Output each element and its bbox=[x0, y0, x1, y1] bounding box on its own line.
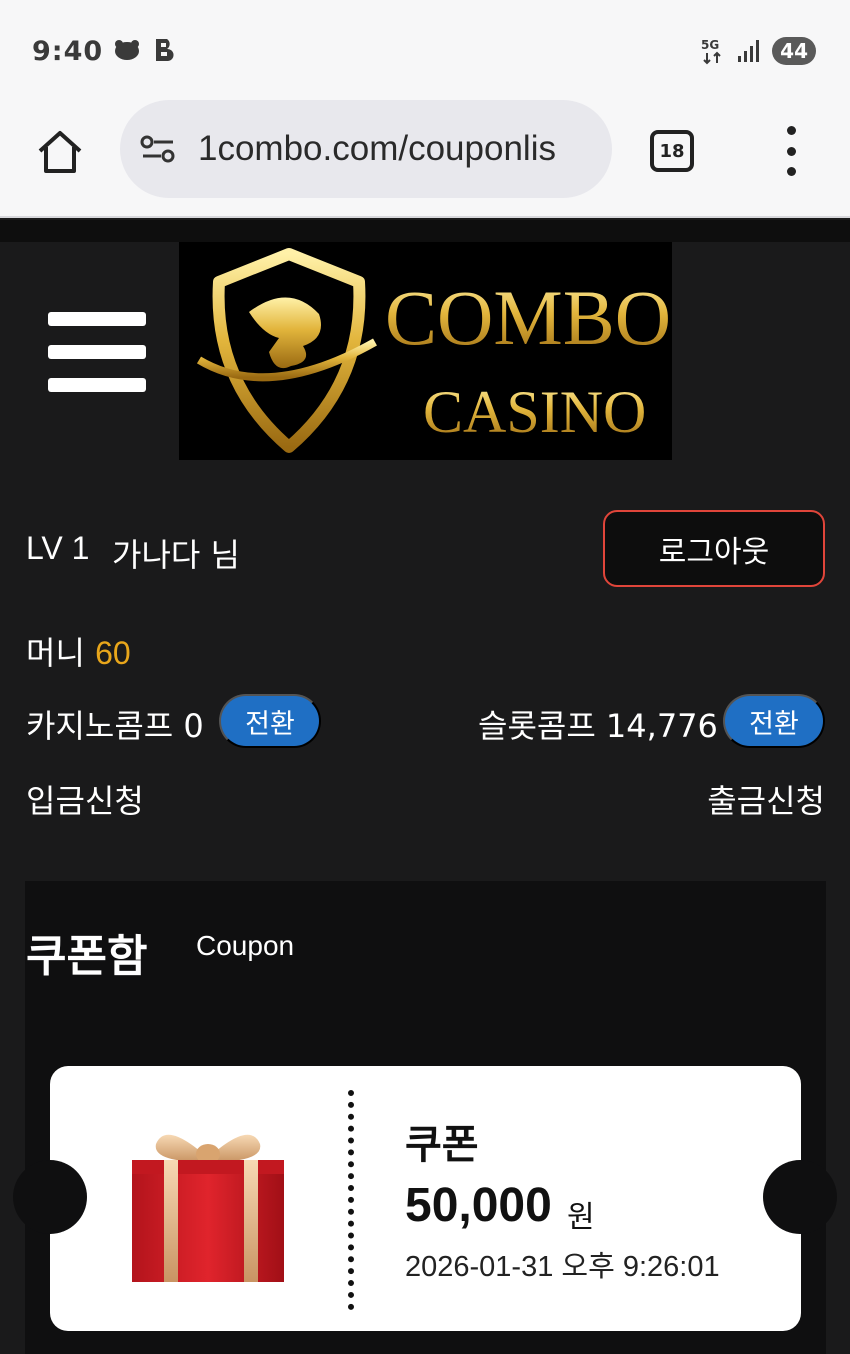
user-level: LV 1 bbox=[26, 530, 90, 566]
browser-toolbar: 1combo.com/couponlis 18 bbox=[0, 100, 850, 218]
coupon-amount-unit: 원 bbox=[567, 1200, 595, 1235]
network-5g-icon: 5G bbox=[701, 38, 721, 65]
browser-menu-button[interactable] bbox=[780, 126, 802, 176]
status-time: 9:40 bbox=[32, 36, 104, 67]
address-bar[interactable]: 1combo.com/couponlis bbox=[120, 100, 612, 198]
menu-dot-icon bbox=[786, 146, 796, 156]
site-settings-icon[interactable] bbox=[138, 129, 178, 169]
ticket-notch-left bbox=[13, 1160, 87, 1234]
money-value: 60 bbox=[95, 635, 131, 671]
money-row: 머니 60 bbox=[26, 628, 131, 674]
menu-dot-icon bbox=[786, 167, 796, 176]
ticket-divider bbox=[348, 1090, 354, 1310]
hamburger-line bbox=[48, 312, 146, 326]
coupon-box-title: 쿠폰함 bbox=[26, 931, 148, 982]
hamburger-line bbox=[48, 378, 146, 392]
logo-text-combo: COMBO bbox=[385, 274, 671, 361]
logo-text-casino: CASINO bbox=[423, 379, 646, 445]
logout-button[interactable]: 로그아웃 bbox=[603, 510, 825, 587]
combo-casino-logo[interactable]: COMBO CASINO bbox=[179, 242, 672, 460]
status-system-icons: 5G 44 bbox=[700, 36, 816, 66]
coupon-amount: 50,000 bbox=[405, 1179, 552, 1232]
slot-comp-convert-button[interactable]: 전환 bbox=[723, 694, 825, 748]
casino-comp-convert-button[interactable]: 전환 bbox=[219, 694, 321, 748]
deposit-request-link[interactable]: 입금신청 bbox=[26, 776, 144, 822]
coupon-name: 쿠폰 bbox=[405, 1122, 479, 1168]
gift-box-icon bbox=[132, 1134, 284, 1282]
casino-comp-value: 카지노콤프 0 bbox=[26, 707, 204, 745]
ticket-notch-right bbox=[763, 1160, 837, 1234]
coupon-date: 2026-01-31 오후 9:26:01 bbox=[405, 1251, 720, 1283]
status-bar: 9:40 5G 44 bbox=[0, 0, 850, 100]
slot-comp-value: 슬롯콤프 14,776 bbox=[478, 707, 718, 745]
b-app-icon bbox=[156, 39, 174, 61]
user-name: 가나다 님 bbox=[112, 536, 240, 574]
url-text[interactable]: 1combo.com/couponlis bbox=[198, 129, 556, 169]
hamburger-line bbox=[48, 345, 146, 359]
page-top-strip bbox=[0, 220, 850, 242]
withdraw-request-link[interactable]: 출금신청 bbox=[707, 776, 825, 822]
coupon-box-subtitle: Coupon bbox=[196, 930, 295, 961]
status-notification-icons bbox=[112, 37, 176, 63]
menu-dot-icon bbox=[786, 126, 796, 135]
home-icon bbox=[38, 131, 82, 173]
signal-icon bbox=[738, 40, 760, 62]
svg-text:5G: 5G bbox=[701, 38, 719, 52]
tab-switcher-button[interactable]: 18 bbox=[650, 130, 694, 172]
money-label: 머니 bbox=[26, 634, 85, 672]
battery-indicator: 44 bbox=[772, 37, 816, 65]
hamburger-menu-button[interactable] bbox=[48, 312, 146, 392]
home-button[interactable] bbox=[34, 126, 86, 178]
app-notification-icon bbox=[115, 40, 139, 60]
